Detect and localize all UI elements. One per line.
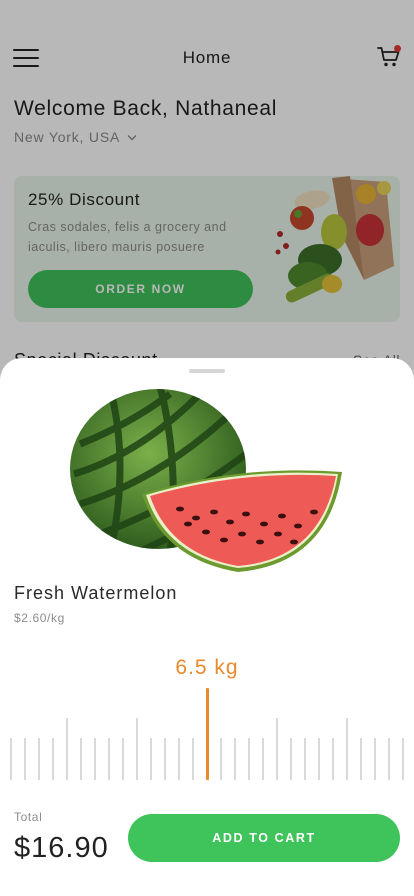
ruler-tick — [360, 738, 362, 780]
ruler-tick — [220, 738, 222, 780]
weight-indicator[interactable] — [205, 688, 209, 780]
ruler-tick — [80, 738, 82, 780]
ruler-tick — [248, 738, 250, 780]
ruler-tick — [332, 738, 334, 780]
product-bottom-sheet: Fresh Watermelon $2.60/kg 6.5 kg Total $… — [0, 358, 414, 896]
ruler-tick — [150, 738, 152, 780]
add-to-cart-button[interactable]: ADD TO CART — [128, 814, 400, 862]
ruler-tick — [192, 738, 194, 780]
ruler-tick — [318, 738, 320, 780]
ruler-tick — [262, 738, 264, 780]
ruler-tick — [234, 738, 236, 780]
weight-ruler-slider[interactable] — [0, 688, 414, 780]
ruler-tick — [388, 738, 390, 780]
ruler-tick — [290, 738, 292, 780]
ruler-tick — [402, 738, 404, 780]
total-price: $16.90 — [14, 832, 109, 864]
total-label: Total — [14, 810, 43, 824]
ruler-tick — [24, 738, 26, 780]
product-name: Fresh Watermelon — [14, 583, 178, 603]
product-unit-price: $2.60/kg — [14, 611, 65, 625]
ruler-tick — [276, 718, 278, 780]
ruler-tick — [164, 738, 166, 780]
ruler-tick — [66, 718, 68, 780]
ruler-tick — [178, 738, 180, 780]
ruler-tick — [38, 738, 40, 780]
ruler-tick — [304, 738, 306, 780]
ruler-tick — [374, 738, 376, 780]
selected-weight: 6.5 kg — [175, 656, 239, 679]
ruler-tick — [108, 738, 110, 780]
ruler-tick — [10, 738, 12, 780]
ruler-tick — [136, 718, 138, 780]
ruler-tick — [346, 718, 348, 780]
sheet-drag-handle[interactable] — [189, 369, 225, 373]
watermelon-illustration — [70, 389, 342, 572]
ruler-tick — [122, 738, 124, 780]
ruler-tick — [94, 738, 96, 780]
ruler-tick — [52, 738, 54, 780]
